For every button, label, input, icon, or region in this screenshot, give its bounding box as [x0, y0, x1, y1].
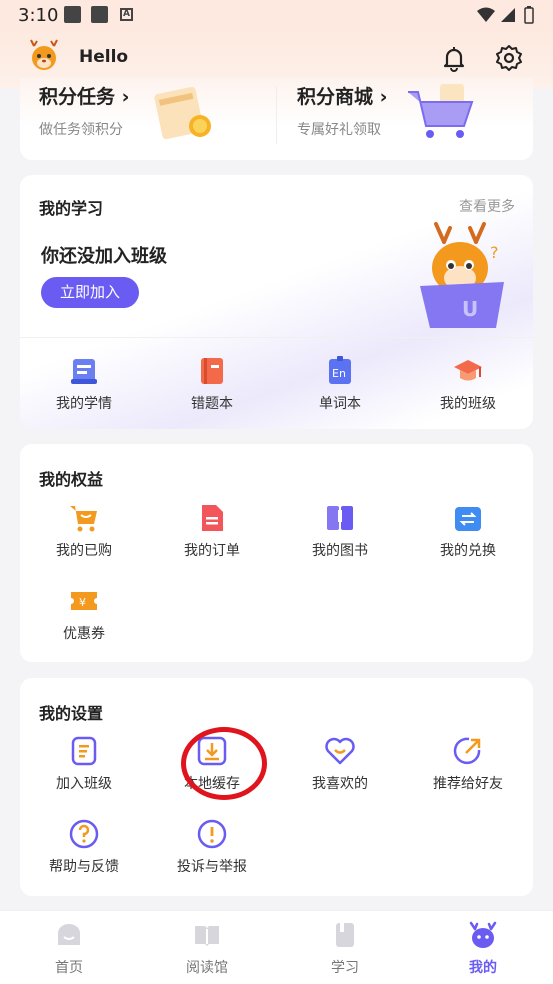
reading-icon — [195, 926, 219, 946]
study-item-mistakes[interactable]: 错题本 — [148, 355, 276, 413]
study-item-label: 我的班级 — [440, 396, 496, 412]
rights-item-orders[interactable]: 我的订单 — [148, 502, 276, 560]
divider — [20, 337, 533, 338]
mistake-book-icon — [201, 358, 223, 384]
settings-item-recommend[interactable]: 推荐给好友 — [404, 735, 532, 793]
rights-card: 我的权益 我的已购 我的订单 我的图书 我的兑换 ¥ 优惠券 — [20, 444, 533, 662]
points-tasks-title: 积分任务 — [39, 86, 116, 108]
deer-mascot-illustration: ? U — [420, 222, 504, 328]
settings-item-label: 帮助与反馈 — [49, 859, 119, 875]
settings-item-join-class[interactable]: 加入班级 — [20, 735, 148, 793]
share-icon — [453, 737, 481, 765]
settings-item-label: 推荐给好友 — [433, 776, 503, 792]
report-icon — [197, 819, 227, 849]
rights-item-purchased[interactable]: 我的已购 — [20, 502, 148, 560]
rights-item-label: 我的已购 — [56, 543, 112, 559]
points-tasks[interactable]: 积分任务 › 做任务领积分 — [39, 82, 129, 139]
rights-section-title: 我的权益 — [39, 470, 104, 489]
annotation-circle — [181, 727, 267, 800]
study-item-class[interactable]: 我的班级 — [404, 355, 532, 413]
task-calendar-icon — [154, 86, 211, 140]
order-icon — [202, 505, 223, 531]
points-mall[interactable]: 积分商城 › 专属好礼领取 — [297, 82, 387, 139]
home-icon — [58, 924, 80, 945]
status-time: 3:10 — [18, 5, 59, 26]
book-icon — [327, 506, 353, 530]
settings-item-label: 我喜欢的 — [312, 776, 368, 792]
bell-icon[interactable] — [440, 44, 468, 76]
settings-item-report[interactable]: 投诉与举报 — [148, 818, 276, 876]
tab-study[interactable]: 学习 — [305, 921, 385, 977]
bottom-tab-bar: 首页 阅读馆 学习 我的 — [0, 910, 553, 984]
points-card: 积分任务 › 做任务领积分 积分商城 › 专属好礼领取 — [20, 78, 533, 160]
gear-icon[interactable] — [495, 44, 523, 76]
divider — [276, 86, 277, 144]
settings-card: 我的设置 加入班级 本地缓存 我喜欢的 推荐给好友 帮助与反馈 投诉与举报 — [20, 678, 533, 896]
mine-icon — [469, 921, 497, 948]
study-item-label: 我的学情 — [56, 396, 112, 412]
settings-section-title: 我的设置 — [39, 704, 104, 723]
rights-item-label: 我的兑换 — [440, 543, 496, 559]
settings-item-label: 投诉与举报 — [177, 859, 247, 875]
avatar[interactable] — [26, 38, 62, 78]
study-item-vocabulary[interactable]: En 单词本 — [276, 355, 404, 413]
study-section-title: 我的学习 — [39, 199, 104, 218]
svg-text:En: En — [332, 367, 346, 380]
wifi-battery-icon — [477, 6, 534, 24]
learning-report-icon — [71, 359, 97, 384]
help-icon — [69, 819, 99, 849]
coupon-icon: ¥ — [71, 592, 97, 610]
tab-label: 学习 — [331, 960, 359, 976]
header-title: Hello — [79, 47, 129, 67]
settings-item-label: 加入班级 — [56, 776, 112, 792]
deer-avatar-icon — [30, 39, 58, 70]
study-card: 我的学习 查看更多 你还没加入班级 立即加入 ? U 我的学情 错题本 En 单… — [20, 175, 533, 429]
tab-label: 阅读馆 — [186, 960, 228, 976]
shopping-cart-illustration — [408, 84, 474, 138]
study-item-report[interactable]: 我的学情 — [20, 355, 148, 413]
rights-item-books[interactable]: 我的图书 — [276, 502, 404, 560]
rights-item-label: 我的图书 — [312, 543, 368, 559]
graduation-cap-icon — [454, 360, 482, 381]
rights-item-coupon[interactable]: ¥ 优惠券 — [20, 585, 148, 643]
join-class-icon — [71, 736, 97, 766]
study-item-label: 单词本 — [319, 396, 361, 412]
keyboard-icon: A — [120, 8, 133, 21]
tab-mine[interactable]: 我的 — [443, 921, 523, 977]
vocabulary-book-icon: En — [329, 356, 351, 384]
points-tasks-subtitle: 做任务领积分 — [39, 122, 123, 138]
settings-item-favorites[interactable]: 我喜欢的 — [276, 735, 404, 793]
chevron-right-icon: › — [379, 86, 388, 108]
tab-home[interactable]: 首页 — [29, 921, 109, 977]
study-item-label: 错题本 — [191, 396, 233, 412]
notification-icon — [91, 6, 108, 23]
status-icons — [475, 5, 539, 29]
points-mall-title: 积分商城 — [297, 86, 374, 108]
tab-label: 我的 — [469, 960, 497, 976]
exchange-icon — [455, 507, 481, 531]
shopping-cart-icon — [70, 506, 97, 532]
settings-item-help[interactable]: 帮助与反馈 — [20, 818, 148, 876]
notification-icon — [64, 6, 81, 23]
rights-item-exchange[interactable]: 我的兑换 — [404, 502, 532, 560]
join-now-button[interactable]: 立即加入 — [41, 277, 139, 308]
heart-icon — [325, 737, 355, 765]
points-mall-subtitle: 专属好礼领取 — [297, 122, 381, 138]
svg-text:?: ? — [490, 243, 499, 262]
tab-label: 首页 — [55, 960, 83, 976]
svg-text:¥: ¥ — [79, 596, 86, 609]
chevron-right-icon: › — [121, 86, 130, 108]
status-bar: 3:10 A — [0, 0, 553, 30]
no-class-text: 你还没加入班级 — [41, 246, 167, 267]
rights-item-label: 我的订单 — [184, 543, 240, 559]
rights-item-label: 优惠券 — [63, 626, 105, 642]
svg-text:U: U — [462, 297, 478, 321]
tab-reading[interactable]: 阅读馆 — [167, 921, 247, 977]
study-icon — [336, 923, 354, 947]
see-more-link[interactable]: 查看更多 — [459, 196, 515, 216]
